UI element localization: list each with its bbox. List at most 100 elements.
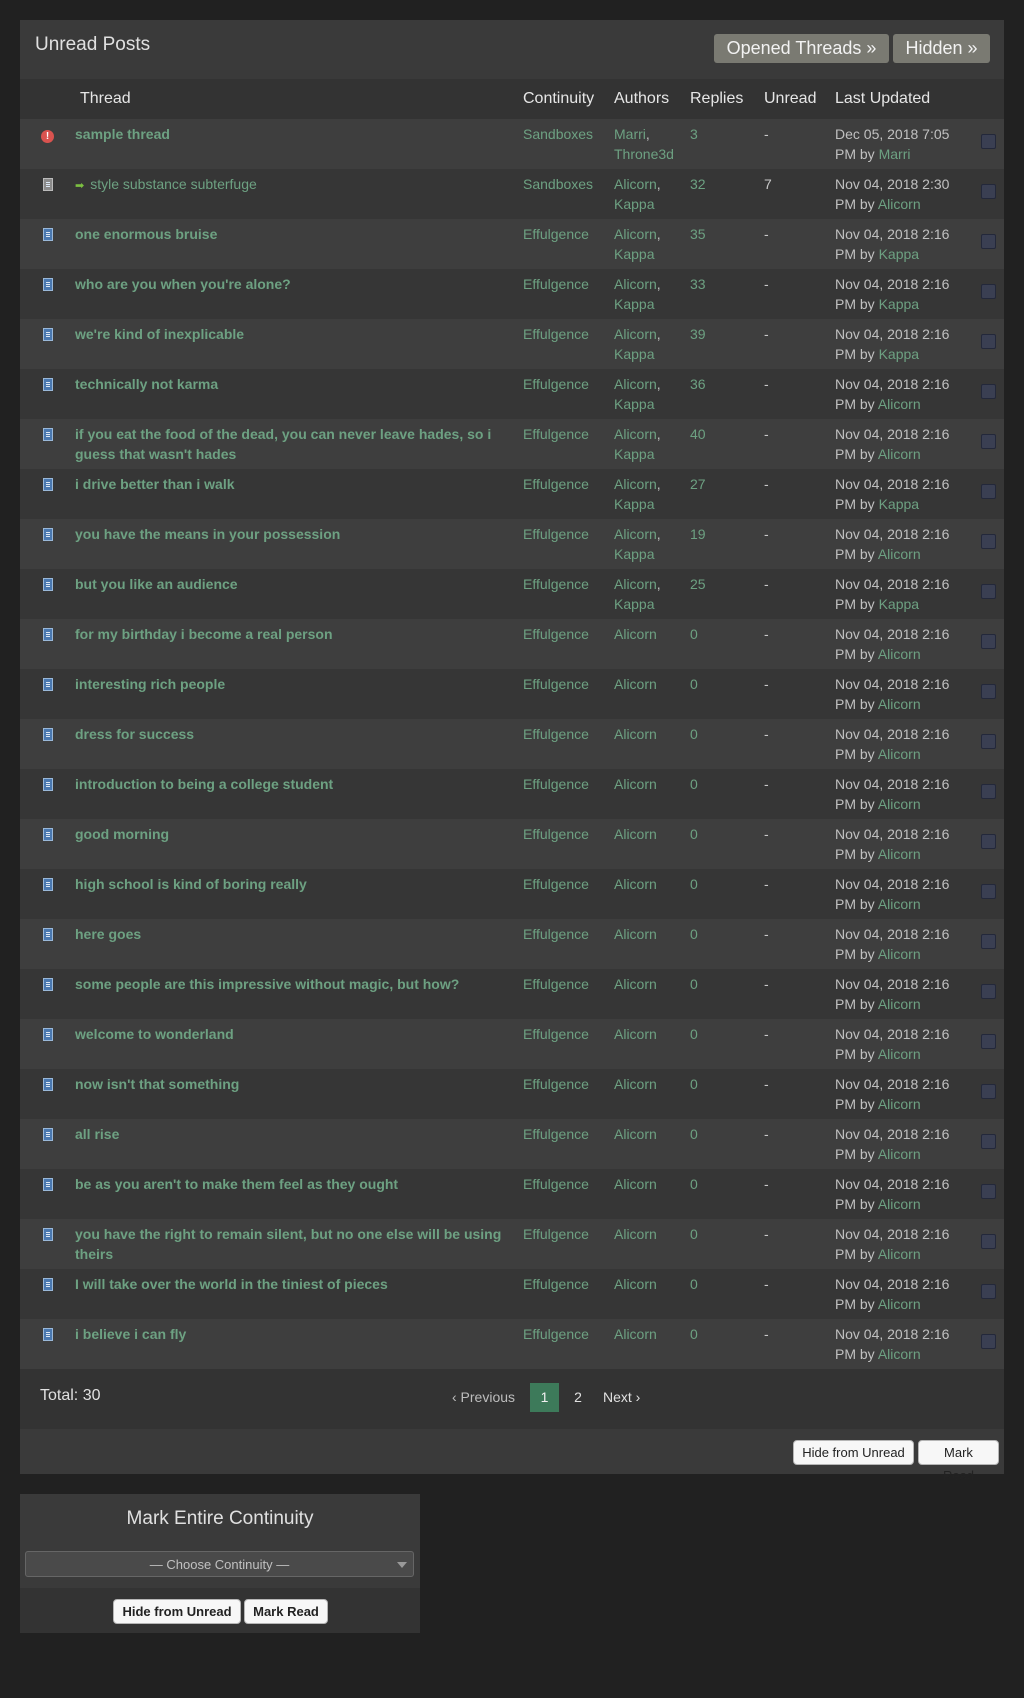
last-author-link[interactable]: Kappa (879, 496, 919, 512)
author-link[interactable]: Kappa (614, 346, 654, 362)
thread-title-link[interactable]: introduction to being a college student (75, 776, 333, 792)
last-author-link[interactable]: Alicorn (878, 1296, 921, 1312)
row-checkbox[interactable] (980, 334, 996, 349)
last-author-link[interactable]: Alicorn (878, 1196, 921, 1212)
continuity-link[interactable]: Effulgence (523, 1076, 589, 1092)
author-link[interactable]: Kappa (614, 246, 654, 262)
author-link[interactable]: Alicorn (614, 476, 657, 492)
authors-column-header[interactable]: Authors (609, 79, 685, 119)
row-checkbox[interactable] (980, 1084, 996, 1099)
author-link[interactable]: Alicorn (614, 1126, 657, 1142)
thread-title-link[interactable]: good morning (75, 826, 169, 842)
author-link[interactable]: Alicorn (614, 1276, 657, 1292)
author-link[interactable]: Alicorn (614, 826, 657, 842)
author-link[interactable]: Kappa (614, 396, 654, 412)
last-author-link[interactable]: Alicorn (878, 546, 921, 562)
row-checkbox[interactable] (980, 184, 996, 199)
last-author-link[interactable]: Kappa (879, 346, 919, 362)
row-checkbox[interactable] (980, 634, 996, 649)
thread-title-link[interactable]: interesting rich people (75, 676, 225, 692)
row-checkbox[interactable] (980, 134, 996, 149)
author-link[interactable]: Alicorn (614, 1226, 657, 1242)
last-author-link[interactable]: Alicorn (878, 1046, 921, 1062)
continuity-link[interactable]: Effulgence (523, 726, 589, 742)
row-checkbox[interactable] (980, 984, 996, 999)
last-updated-column-header[interactable]: Last Updated (830, 79, 972, 119)
continuity-link[interactable]: Effulgence (523, 876, 589, 892)
author-link[interactable]: Alicorn (614, 726, 657, 742)
last-author-link[interactable]: Alicorn (878, 1096, 921, 1112)
continuity-link[interactable]: Effulgence (523, 1326, 589, 1342)
thread-title-link[interactable]: I will take over the world in the tinies… (75, 1276, 388, 1292)
row-checkbox[interactable] (980, 934, 996, 949)
author-link[interactable]: Alicorn (614, 1026, 657, 1042)
row-checkbox[interactable] (980, 434, 996, 449)
thread-title-link[interactable]: all rise (75, 1126, 119, 1142)
continuity-link[interactable]: Effulgence (523, 1026, 589, 1042)
last-author-link[interactable]: Alicorn (878, 696, 921, 712)
author-link[interactable]: Alicorn (614, 776, 657, 792)
continuity-link[interactable]: Effulgence (523, 776, 589, 792)
continuity-link[interactable]: Effulgence (523, 576, 589, 592)
author-link[interactable]: Kappa (614, 546, 654, 562)
row-checkbox[interactable] (980, 734, 996, 749)
row-checkbox[interactable] (980, 234, 996, 249)
author-link[interactable]: Alicorn (614, 576, 657, 592)
last-author-link[interactable]: Alicorn (878, 946, 921, 962)
thread-title-link[interactable]: dress for success (75, 726, 194, 742)
thread-title-link[interactable]: technically not karma (75, 376, 218, 392)
continuity-link[interactable]: Effulgence (523, 676, 589, 692)
thread-title-link[interactable]: you have the means in your possession (75, 526, 340, 542)
thread-title-link[interactable]: here goes (75, 926, 141, 942)
last-author-link[interactable]: Alicorn (878, 1246, 921, 1262)
continuity-hide-from-unread-button[interactable]: Hide from Unread (113, 1599, 241, 1624)
last-author-link[interactable]: Kappa (879, 596, 919, 612)
thread-title-link[interactable]: welcome to wonderland (75, 1026, 234, 1042)
last-author-link[interactable]: Alicorn (878, 396, 921, 412)
thread-title-link[interactable]: who are you when you're alone? (75, 276, 291, 292)
author-link[interactable]: Throne3d (614, 146, 674, 162)
last-author-link[interactable]: Alicorn (878, 896, 921, 912)
row-checkbox[interactable] (980, 1334, 996, 1349)
mark-read-button[interactable]: Mark Read (918, 1440, 999, 1483)
author-link[interactable]: Alicorn (614, 326, 657, 342)
author-link[interactable]: Alicorn (614, 226, 657, 242)
continuity-link[interactable]: Effulgence (523, 1226, 589, 1242)
continuity-mark-read-button[interactable]: Mark Read (244, 1599, 328, 1624)
unread-column-header[interactable]: Unread (759, 79, 830, 119)
author-link[interactable]: Alicorn (614, 526, 657, 542)
opened-threads-button[interactable]: Opened Threads » (714, 34, 889, 63)
row-checkbox[interactable] (980, 784, 996, 799)
thread-title-link[interactable]: be as you aren't to make them feel as th… (75, 1176, 398, 1192)
author-link[interactable]: Alicorn (614, 876, 657, 892)
continuity-link[interactable]: Effulgence (523, 926, 589, 942)
continuity-link[interactable]: Effulgence (523, 476, 589, 492)
row-checkbox[interactable] (980, 884, 996, 899)
continuity-link[interactable]: Sandboxes (523, 176, 593, 192)
continuity-link[interactable]: Effulgence (523, 1176, 589, 1192)
thread-title-link[interactable]: i believe i can fly (75, 1326, 186, 1342)
author-link[interactable]: Alicorn (614, 1326, 657, 1342)
replies-column-header[interactable]: Replies (685, 79, 759, 119)
thread-title-link[interactable]: for my birthday i become a real person (75, 626, 333, 642)
last-author-link[interactable]: Alicorn (878, 446, 921, 462)
thread-title-link[interactable]: i drive better than i walk (75, 476, 235, 492)
author-link[interactable]: Alicorn (614, 926, 657, 942)
last-author-link[interactable]: Alicorn (878, 796, 921, 812)
last-author-link[interactable]: Alicorn (878, 1146, 921, 1162)
author-link[interactable]: Alicorn (614, 276, 657, 292)
row-checkbox[interactable] (980, 834, 996, 849)
author-link[interactable]: Alicorn (614, 676, 657, 692)
row-checkbox[interactable] (980, 1184, 996, 1199)
continuity-link[interactable]: Effulgence (523, 1126, 589, 1142)
author-link[interactable]: Alicorn (614, 626, 657, 642)
author-link[interactable]: Kappa (614, 596, 654, 612)
continuity-column-header[interactable]: Continuity (518, 79, 609, 119)
continuity-link[interactable]: Effulgence (523, 276, 589, 292)
row-checkbox[interactable] (980, 1034, 996, 1049)
last-author-link[interactable]: Alicorn (878, 1346, 921, 1362)
last-author-link[interactable]: Marri (879, 146, 911, 162)
last-author-link[interactable]: Alicorn (878, 646, 921, 662)
thread-title-link[interactable]: some people are this impressive without … (75, 976, 459, 992)
continuity-link[interactable]: Effulgence (523, 526, 589, 542)
